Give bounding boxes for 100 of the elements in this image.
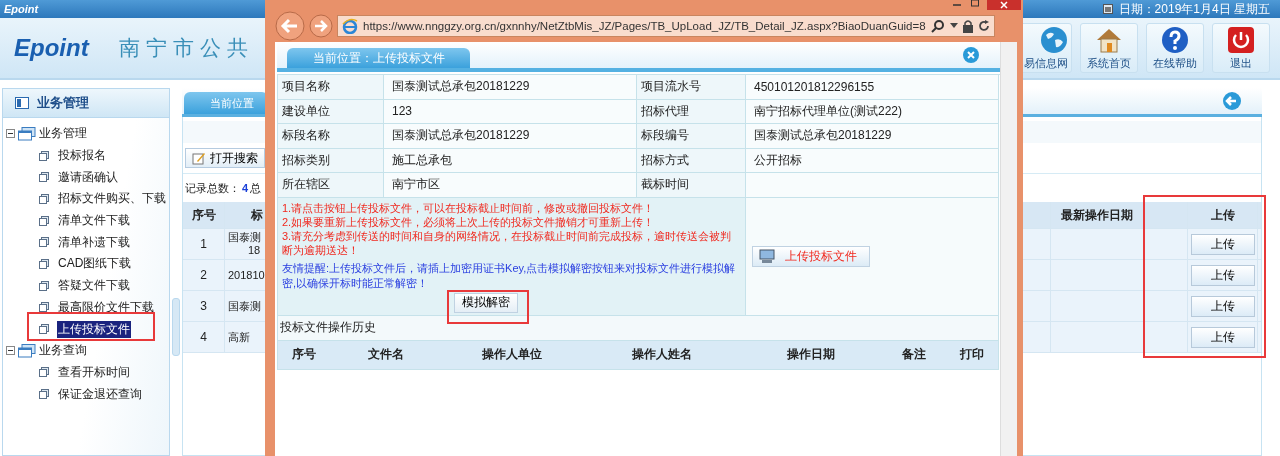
page-icon — [39, 367, 49, 378]
table-cell: 201810 — [228, 268, 265, 282]
close-icon[interactable] — [987, 0, 1021, 10]
field-value: 公开招标 — [746, 148, 999, 173]
power-icon — [1227, 25, 1255, 54]
page-icon — [39, 215, 49, 226]
field-value: 国泰测试总承包20181229 — [384, 75, 637, 100]
tree-item[interactable]: 清单补遗下载 — [57, 233, 131, 251]
notice-text: 3.请充分考虑到传送的时间和自身的网络情况，在投标截止时间前完成投标，逾时传送会被判断为逾期送达！ — [282, 228, 733, 257]
back-icon[interactable] — [1222, 91, 1242, 111]
column-header: 操作日期 — [786, 346, 837, 363]
field-value: 450101201812296155 — [746, 75, 999, 100]
pencil-icon — [192, 151, 206, 165]
tree-group[interactable]: 业务管理 — [39, 125, 87, 143]
splitter-handle[interactable] — [172, 298, 180, 356]
field-label: 标段编号 — [637, 124, 746, 149]
upload-button[interactable]: 上传 — [1190, 264, 1255, 286]
notice-text: 2.如果要重新上传投标文件，必须将上次上传的投标文件撤销才可重新上传！ — [282, 214, 656, 229]
upload-button[interactable]: 上传 — [1190, 326, 1255, 348]
column-header: 操作人姓名 — [630, 346, 693, 363]
page-icon — [39, 302, 49, 313]
tree-item[interactable]: 邀请函确认 — [57, 168, 119, 186]
table-cell: 4 — [183, 322, 225, 352]
forward-icon[interactable] — [309, 14, 333, 38]
column-header: 打印 — [959, 346, 986, 363]
field-value: 南宁招标代理单位(测试222) — [746, 99, 999, 124]
field-label: 项目流水号 — [637, 75, 746, 100]
field-value: 国泰测试总承包20181229 — [384, 124, 637, 149]
section-title: 投标文件操作历史 — [278, 315, 999, 341]
nav-button[interactable]: 退出 — [1212, 23, 1270, 73]
field-label: 招标方式 — [637, 148, 746, 173]
field-label: 标段名称 — [278, 124, 384, 149]
upload-button[interactable]: 上传 — [1190, 233, 1255, 255]
tree-item[interactable]: 保证金退还查询 — [57, 385, 143, 403]
table-cell: 2 — [183, 260, 225, 290]
table-cell-text: 18 — [247, 244, 261, 257]
tree-item[interactable]: 答疑文件下载 — [57, 277, 131, 295]
field-value: 国泰测试总承包20181229 — [746, 124, 999, 149]
field-value: 123 — [384, 99, 637, 124]
back-icon[interactable] — [275, 11, 305, 41]
page-icon — [39, 193, 49, 204]
address-field[interactable]: https://www.nnggzy.org.cn/gxnnhy/NetZtbMis_JZ/Pages/TB_UpLoad_JZ/TB_Detail_JZ.aspx?BiaoDuanGuid=8 — [337, 15, 995, 37]
page-icon — [39, 237, 49, 248]
globe-icon — [1040, 25, 1068, 54]
tree-item[interactable]: CAD图纸下载 — [57, 255, 133, 273]
tree-group[interactable]: 业务查询 — [39, 342, 87, 360]
column-header: 最新操作日期 — [1051, 202, 1188, 228]
column-header: 序号 — [291, 346, 318, 363]
page-icon — [39, 324, 49, 335]
tree-item[interactable]: 查看开标时间 — [57, 363, 131, 381]
tip-text: 友情提醒:上传投标文件后，请插上加密用证书Key,点击模拟解密按钮来对投标文件进行模拟解密,以确保开标时能正常解密！ — [282, 260, 737, 291]
upload-button[interactable]: 上传 — [1190, 295, 1255, 317]
page-icon — [39, 172, 49, 183]
date-text: 日期：2019年1月4日 星期五 — [1118, 0, 1270, 18]
field-label: 所在辖区 — [278, 173, 384, 198]
tree-item[interactable]: 投标报名 — [57, 147, 107, 165]
table-cell: 1 — [183, 229, 225, 259]
computer-icon — [759, 249, 775, 263]
tree-item[interactable]: 最高限价文件下载 — [57, 298, 155, 316]
column-header: 备注 — [900, 346, 927, 363]
collapse-icon[interactable] — [6, 346, 15, 356]
decrypt-button[interactable]: 模拟解密 — [454, 292, 518, 313]
record-count: 4 — [242, 182, 249, 194]
table-cell: 国泰测 — [228, 231, 261, 244]
panel-icon — [15, 97, 29, 109]
table-cell: 国泰测 — [228, 299, 261, 313]
site-title: 南宁市公共 — [118, 35, 254, 62]
logo: Epoint — [14, 34, 89, 62]
tree-item[interactable]: 清单文件下载 — [57, 212, 131, 230]
record-more: 总 — [250, 180, 262, 196]
help-icon — [1161, 25, 1189, 54]
record-label: 记录总数： — [185, 180, 240, 196]
page-icon — [39, 258, 49, 269]
refresh-icon[interactable] — [978, 20, 990, 32]
upload-file-button[interactable]: 上传投标文件 — [752, 245, 870, 267]
sidebar-title: 业务管理 — [37, 94, 89, 112]
field-value: 南宁市区 — [384, 173, 637, 198]
table-cell: 3 — [183, 291, 225, 321]
field-value: 施工总承包 — [384, 148, 637, 173]
page-icon — [39, 389, 49, 400]
collapse-icon[interactable] — [6, 129, 15, 139]
column-header: 序号 — [183, 202, 225, 228]
lock-icon — [963, 19, 973, 33]
nav-button[interactable]: 系统首页 — [1080, 23, 1138, 73]
tree-item[interactable]: 招标文件购买、下载 — [57, 190, 167, 208]
field-label: 项目名称 — [278, 75, 384, 100]
windows-icon — [18, 126, 36, 141]
maximize-icon[interactable] — [969, 0, 981, 8]
dropdown-icon[interactable] — [950, 23, 958, 29]
search-button[interactable]: 打开搜索 — [185, 148, 265, 168]
windows-icon — [18, 343, 36, 358]
nav-button[interactable]: 在线帮助 — [1146, 23, 1204, 73]
tree-item[interactable]: 上传投标文件 — [57, 320, 131, 338]
close-icon[interactable] — [962, 46, 980, 64]
column-header: 操作人单位 — [481, 346, 544, 363]
field-label: 招标类别 — [278, 148, 384, 173]
page-icon — [39, 280, 49, 291]
browser-icon — [342, 18, 358, 34]
calendar-icon — [1102, 4, 1113, 14]
search-icon[interactable] — [931, 19, 945, 33]
